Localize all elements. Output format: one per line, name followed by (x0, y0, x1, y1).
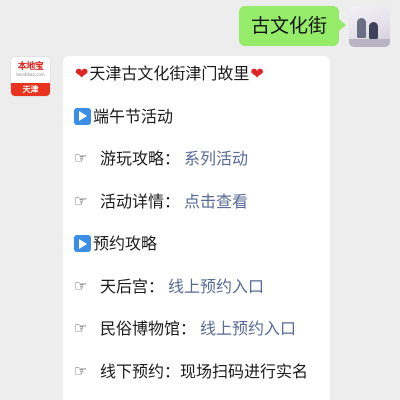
avatar-figure (357, 18, 366, 38)
pointing-hand-icon: ☞ (74, 276, 88, 295)
sender-domain-text: bendibao.com (16, 72, 45, 77)
message-title: 天津古文化街津门故里 (89, 64, 250, 83)
item-label: 天后宫： (100, 276, 165, 296)
pointing-hand-icon: ☞ (74, 191, 88, 210)
pointing-hand-icon: ☞ (74, 149, 88, 167)
section-heading: 预约攻略 (93, 234, 158, 253)
avatar-figure (369, 22, 378, 39)
incoming-message-bubble: ❤ 天津古文化街津门故里 ❤ 端午节活动 ☞ 游玩攻略： 系列活动 ☞ 活动详情… (63, 56, 330, 400)
item-link[interactable]: 系列活动 (184, 147, 248, 170)
pointing-hand-icon: ☞ (74, 361, 88, 380)
outgoing-message-bubble[interactable]: 古文化街 (238, 6, 347, 46)
item-label: 活动详情： (100, 191, 181, 211)
item-label: 线下预约：现场扫码进行实名 (100, 361, 309, 381)
sender-city-label: 天津 (11, 83, 50, 96)
sender-avatar[interactable]: 本地宝 bendibao.com 天津 (10, 56, 51, 97)
outgoing-message-row: 古文化街 (238, 6, 390, 47)
section-heading-line: 预约攻略 (74, 232, 330, 255)
avatar-ground (349, 39, 390, 47)
heart-icon: ❤ (250, 64, 264, 83)
chat-window: 古文化街 本地宝 bendibao.com 天津 ❤ 天津古文化街津门故里 ❤ (0, 0, 400, 400)
list-item: ☞ 天后宫： 线上预约入口 (74, 275, 330, 298)
sender-logo-text: 本地宝 (17, 62, 44, 72)
sender-logo-area: 本地宝 bendibao.com (11, 57, 50, 83)
play-icon (74, 107, 91, 125)
outgoing-message-text: 古文化街 (250, 15, 327, 37)
pointing-hand-icon: ☞ (74, 319, 88, 337)
heart-icon: ❤ (75, 64, 89, 83)
list-item: ☞ 民俗博物馆： 线上预约入口 (74, 317, 330, 340)
incoming-message-row: 本地宝 bendibao.com 天津 ❤ 天津古文化街津门故里 ❤ 端午节活动… (10, 56, 330, 400)
user-avatar[interactable] (349, 6, 390, 47)
item-link[interactable]: 线上预约入口 (200, 317, 296, 340)
play-icon (74, 235, 91, 252)
list-item: ☞ 活动详情： 点击查看 (74, 190, 330, 213)
message-title-line: ❤ 天津古文化街津门故里 ❤ (74, 62, 330, 85)
item-label: 游玩攻略： (100, 149, 181, 168)
item-link[interactable]: 点击查看 (184, 190, 248, 213)
item-label: 民俗博物馆： (100, 319, 197, 338)
section-heading: 端午节活动 (93, 106, 174, 126)
list-item: ☞ 线下预约：现场扫码进行实名 (74, 360, 330, 383)
item-link[interactable]: 线上预约入口 (168, 275, 264, 298)
section-heading-line: 端午节活动 (74, 105, 330, 128)
list-item: ☞ 游玩攻略： 系列活动 (74, 147, 330, 170)
